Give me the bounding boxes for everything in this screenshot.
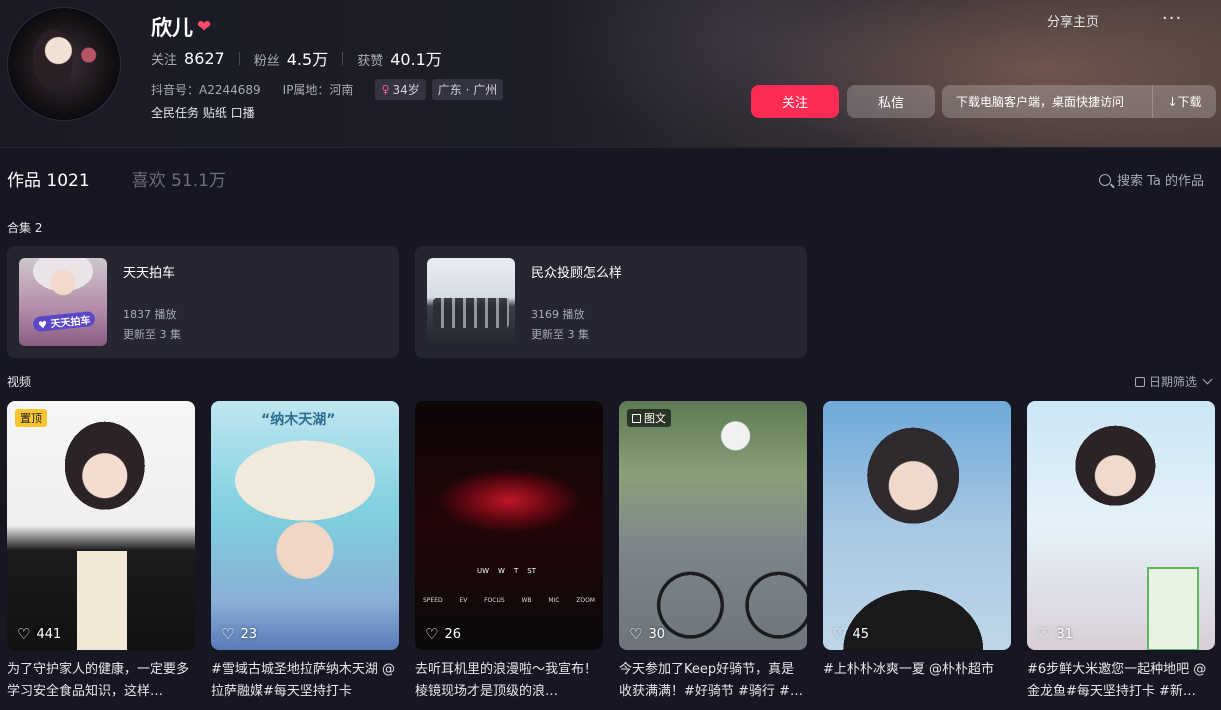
more-options-icon[interactable]: ··· (1162, 8, 1182, 29)
like-count: ♡ 45 (833, 625, 869, 643)
video-description[interactable]: #雪域古城圣地拉萨纳木天湖 @拉萨融媒#每天坚持打卡 (211, 659, 399, 703)
video-cover[interactable]: 图文 ♡ 30 (619, 401, 807, 650)
search-placeholder: 搜索 Ta 的作品 (1117, 174, 1205, 189)
camera-lens-row: UW W T ST (477, 567, 536, 575)
profile-tabs: 作品 1021 喜欢 51.1万 (7, 166, 226, 191)
follow-button[interactable]: 关注 (751, 85, 839, 118)
collection-title: 民众投顾怎么样 (531, 266, 623, 281)
heart-icon: ♡ (629, 625, 643, 643)
heart-icon: ♡ (221, 625, 235, 643)
cover-text: ♥ 天天拍车 (32, 310, 97, 333)
collection-plays: 1837 播放 (123, 308, 177, 321)
video-description[interactable]: #6步鲜大米邀您一起种地吧 @金龙鱼#每天坚持打卡 #新… (1027, 659, 1215, 703)
collection-card[interactable]: ♥ 天天拍车 天天拍车 1837 播放 更新至 3 集 (7, 246, 399, 358)
video-description[interactable]: 去听耳机里的浪漫啦～我宣布！棱镜现场才是顶级的浪… (415, 659, 603, 703)
following-stat[interactable]: 关注 8627 (151, 49, 225, 68)
like-count: ♡ 31 (1037, 625, 1073, 643)
cover-text: “纳木天湖” (261, 412, 336, 428)
avatar[interactable] (7, 7, 121, 121)
video-card[interactable]: 置顶 ♡ 441 为了守护家人的健康，一定要多学习安全食品知识，这样… (7, 401, 195, 703)
like-count: ♡ 441 (17, 625, 62, 643)
age-tag: ♀ 34岁 (375, 79, 426, 100)
message-button[interactable]: 私信 (847, 85, 935, 118)
date-filter-button[interactable]: 日期筛选 (1135, 373, 1213, 390)
search-icon (1099, 173, 1111, 186)
video-description[interactable]: 为了守护家人的健康，一定要多学习安全食品知识，这样… (7, 659, 195, 703)
like-count: ♡ 30 (629, 625, 665, 643)
tab-works[interactable]: 作品 1021 (7, 166, 90, 191)
video-cover[interactable]: “纳木天湖” ♡ 23 (211, 401, 399, 650)
date-filter-label: 日期筛选 (1149, 375, 1198, 389)
video-description[interactable]: #上朴朴冰爽一夏 @朴朴超市 (823, 659, 1011, 703)
download-client-banner[interactable]: 下载电脑客户端，桌面快捷访问 ↓下载 (942, 85, 1216, 118)
share-profile-link[interactable]: 分享主页 (1047, 11, 1099, 30)
heart-icon: ♡ (425, 625, 439, 643)
collection-cover: ♥ 天天拍车 (19, 258, 107, 346)
heart-icon: ♡ (833, 625, 847, 643)
camera-hud: SPEED EV FOCUS WB MIC ZOOM (423, 597, 595, 604)
ip-location: IP属地：河南 (282, 83, 354, 97)
video-card[interactable]: UW W T ST SPEED EV FOCUS WB MIC ZOOM ♡ 26… (415, 401, 603, 703)
image-post-badge: 图文 (627, 409, 671, 427)
pinned-badge: 置顶 (15, 409, 47, 427)
video-cover[interactable]: ♡ 31 (1027, 401, 1215, 650)
collection-title: 天天拍车 (123, 266, 176, 281)
collection-plays: 3169 播放 (531, 308, 585, 321)
likes-stat: 获赞 40.1万 (357, 50, 442, 69)
download-button[interactable]: ↓下载 (1152, 85, 1216, 118)
like-count: ♡ 26 (425, 625, 461, 643)
female-icon: ♀ (381, 83, 390, 96)
heart-icon: ♡ (1037, 625, 1051, 643)
video-cover[interactable]: ♡ 45 (823, 401, 1011, 650)
collections-label: 合集 2 (7, 221, 43, 235)
heart-emoji-icon: ❤ (197, 17, 212, 37)
video-card[interactable]: ♡ 31 #6步鲜大米邀您一起种地吧 @金龙鱼#每天坚持打卡 #新… (1027, 401, 1215, 703)
douyin-id: 抖音号：A2244689 (151, 83, 261, 97)
like-count: ♡ 23 (221, 625, 257, 643)
collection-update: 更新至 3 集 (123, 328, 181, 341)
video-cover[interactable]: 置顶 ♡ 441 (7, 401, 195, 650)
profile-meta: 抖音号：A2244689 IP属地：河南 ♀ 34岁 广东 · 广州 (151, 79, 509, 100)
heart-icon: ♡ (17, 625, 31, 643)
profile-header: 欣儿 ❤ 关注 8627 粉丝 4.5万 获赞 40.1万 抖音号：A2244689 … (0, 0, 1221, 148)
location-tag: 广东 · 广州 (431, 79, 504, 100)
image-icon (632, 413, 641, 423)
videos-label: 视频 (7, 375, 32, 389)
tab-likes[interactable]: 喜欢 51.1万 (132, 166, 226, 191)
search-works[interactable]: 搜索 Ta 的作品 (1099, 170, 1204, 189)
profile-name: 欣儿 ❤ (151, 12, 211, 42)
followers-stat[interactable]: 粉丝 4.5万 (254, 46, 328, 70)
video-card[interactable]: ♡ 45 #上朴朴冰爽一夏 @朴朴超市 (823, 401, 1011, 703)
collection-update: 更新至 3 集 (531, 328, 589, 341)
download-tip-text: 下载电脑客户端，桌面快捷访问 (956, 95, 1125, 109)
video-card[interactable]: “纳木天湖” ♡ 23 #雪域古城圣地拉萨纳木天湖 @拉萨融媒#每天坚持打卡 (211, 401, 399, 703)
cover-image (433, 298, 509, 328)
video-description[interactable]: 今天参加了Keep好骑节，真是收获满满！#好骑节 #骑行 #… (619, 659, 807, 703)
divider (238, 51, 240, 65)
profile-bio: 全民任务 贴纸 口播 (151, 106, 255, 120)
collection-card[interactable]: 民众投顾怎么样 3169 播放 更新至 3 集 (415, 246, 807, 358)
collection-cover (427, 258, 515, 346)
chevron-down-icon (1202, 374, 1213, 385)
video-card[interactable]: 图文 ♡ 30 今天参加了Keep好骑节，真是收获满满！#好骑节 #骑行 #… (619, 401, 807, 703)
name-text: 欣儿 (151, 16, 193, 40)
calendar-icon (1135, 376, 1145, 387)
divider (342, 51, 344, 65)
video-cover[interactable]: UW W T ST SPEED EV FOCUS WB MIC ZOOM ♡ 26 (415, 401, 603, 650)
profile-stats: 关注 8627 粉丝 4.5万 获赞 40.1万 (151, 46, 442, 70)
